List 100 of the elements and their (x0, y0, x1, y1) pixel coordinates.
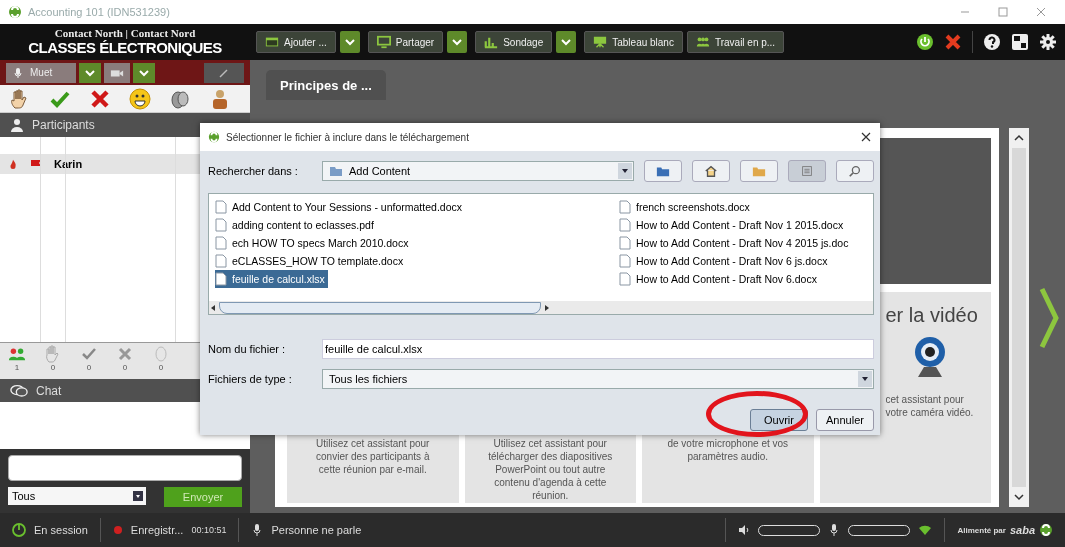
file-item[interactable]: How to Add Content - Draft Nov 6.docx (619, 270, 820, 288)
mute-button[interactable]: Muet (6, 62, 76, 83)
card-description: contenu d'agenda à cette (494, 476, 607, 489)
caret-icon (858, 371, 872, 387)
caret-icon (139, 68, 149, 77)
toolbar-button[interactable]: Travail en p... (686, 31, 785, 53)
next-chevron-icon[interactable] (1039, 285, 1059, 350)
card-description: de votre microphone et vos (667, 437, 789, 450)
count-label: 0 (122, 362, 128, 372)
document-icon (215, 236, 227, 250)
camera-button[interactable] (104, 62, 130, 83)
card-description: réunion. (532, 489, 569, 502)
document-icon (215, 200, 227, 214)
folder-dropdown[interactable]: Add Content (322, 161, 634, 181)
document-icon (619, 272, 631, 286)
power-icon[interactable] (916, 33, 934, 51)
settings-icon[interactable] (1039, 33, 1057, 51)
file-item[interactable]: feuille de calcul.xlsx (215, 270, 328, 288)
toolbar-button[interactable]: Partager (367, 31, 444, 53)
logo-icon (208, 131, 220, 143)
record-icon (112, 525, 123, 535)
speaker-status: Personne ne parle (271, 524, 362, 536)
file-item[interactable]: ech HOW TO specs March 2010.docx (215, 234, 412, 252)
home-button[interactable] (692, 160, 730, 182)
participant-name: Karin (54, 157, 83, 170)
dropdown-button[interactable] (133, 62, 155, 83)
power-icon (12, 523, 26, 537)
close-icon[interactable] (860, 131, 872, 143)
speaker-icon[interactable] (738, 524, 751, 536)
filename-field[interactable]: feuille de calcul.xlsx (322, 339, 874, 359)
cross-icon[interactable] (89, 87, 111, 110)
microphone-icon (251, 524, 264, 536)
monitor-icon (376, 35, 391, 49)
document-icon (619, 254, 631, 268)
caret-icon (618, 163, 632, 179)
card-description: PowerPoint ou tout autre (495, 463, 606, 476)
file-item[interactable]: french screenshots.docx (619, 198, 753, 216)
card-description: paramètres audio. (687, 450, 769, 463)
dropdown-button[interactable] (339, 31, 360, 53)
file-item[interactable]: adding content to eclasses.pdf (215, 216, 377, 234)
bar-chart-icon (484, 35, 499, 49)
card-description: cette réunion par e-mail. (318, 463, 427, 476)
count-label: 0 (158, 362, 164, 372)
document-icon (215, 218, 227, 232)
list-icon (800, 164, 814, 178)
microphone-icon[interactable] (828, 524, 841, 536)
recipient-dropdown[interactable]: Tous (8, 487, 146, 505)
people-icon (695, 35, 710, 49)
file-item[interactable]: How to Add Content - Draft Nov 4 2015 js.doc (619, 234, 852, 252)
card-description: votre caméra vidéo. (885, 406, 974, 419)
panel-title: Chat (36, 383, 62, 398)
recording-time: 00:10:51 (191, 525, 227, 535)
file-item[interactable]: How to Add Content - Draft Nov 6 js.docx (619, 252, 831, 270)
folder-icon (329, 164, 343, 178)
open-button[interactable]: Ouvrir (750, 409, 808, 431)
toolbar-button[interactable]: Sondage (475, 31, 553, 53)
file-item[interactable]: eCLASSES_HOW TO template.docx (215, 252, 407, 270)
caret-icon (133, 491, 143, 501)
magnifier-icon (848, 164, 862, 178)
help-icon[interactable] (983, 33, 1001, 51)
field-label: Nom du fichier : (208, 343, 287, 355)
dropdown-button[interactable] (556, 31, 577, 53)
dropdown-button[interactable] (79, 62, 101, 83)
brand-label: saba (1009, 524, 1035, 536)
file-item[interactable]: How to Add Content - Draft Nov 1 2015.docx (619, 216, 847, 234)
wifi-icon (918, 523, 933, 537)
card-description: convier des participants à (316, 450, 430, 463)
up-folder-button[interactable] (644, 160, 682, 182)
window-title: Accounting 101 (IDN531239) (28, 6, 170, 18)
recording-status: Enregistr... (130, 524, 184, 536)
file-item[interactable]: Add Content to Your Sessions - unformatted.docx (215, 198, 465, 216)
window-icon (265, 35, 279, 49)
details-view-button[interactable] (836, 160, 874, 182)
powered-by-label: Alimenté par (957, 525, 1006, 535)
caret-icon (85, 68, 95, 77)
scrollbar[interactable] (1009, 128, 1029, 507)
field-label: Fichiers de type : (208, 373, 293, 385)
count-label: 0 (86, 362, 92, 372)
file-type-dropdown[interactable]: Tous les fichiers (322, 369, 874, 389)
message-field[interactable] (8, 455, 242, 481)
document-icon (619, 236, 631, 250)
brand-subtitle: Contact North | Contact Nord (54, 28, 196, 40)
caret-icon (344, 38, 355, 46)
horizontal-scrollbar[interactable] (209, 301, 873, 314)
pencil-button[interactable] (204, 62, 244, 83)
card-description: télécharger des diapositives (488, 450, 613, 463)
logo-icon (8, 5, 22, 19)
dropdown-button[interactable] (447, 31, 468, 53)
document-icon (215, 254, 227, 268)
panel-title: Participants (32, 117, 95, 132)
right-arrow-icon[interactable] (543, 303, 551, 312)
left-arrow-icon[interactable] (209, 303, 217, 312)
toolbar-button[interactable]: Tableau blanc (584, 31, 683, 53)
cancel-button[interactable]: Annuler (816, 409, 874, 431)
card-description: cet assistant pour (885, 393, 964, 406)
tab[interactable]: Principes de ... (266, 70, 386, 100)
toolbar-button[interactable]: Ajouter ... (256, 31, 336, 53)
home-icon (704, 164, 718, 178)
layout-icon[interactable] (1011, 33, 1029, 51)
smiley-icon[interactable] (129, 87, 151, 110)
